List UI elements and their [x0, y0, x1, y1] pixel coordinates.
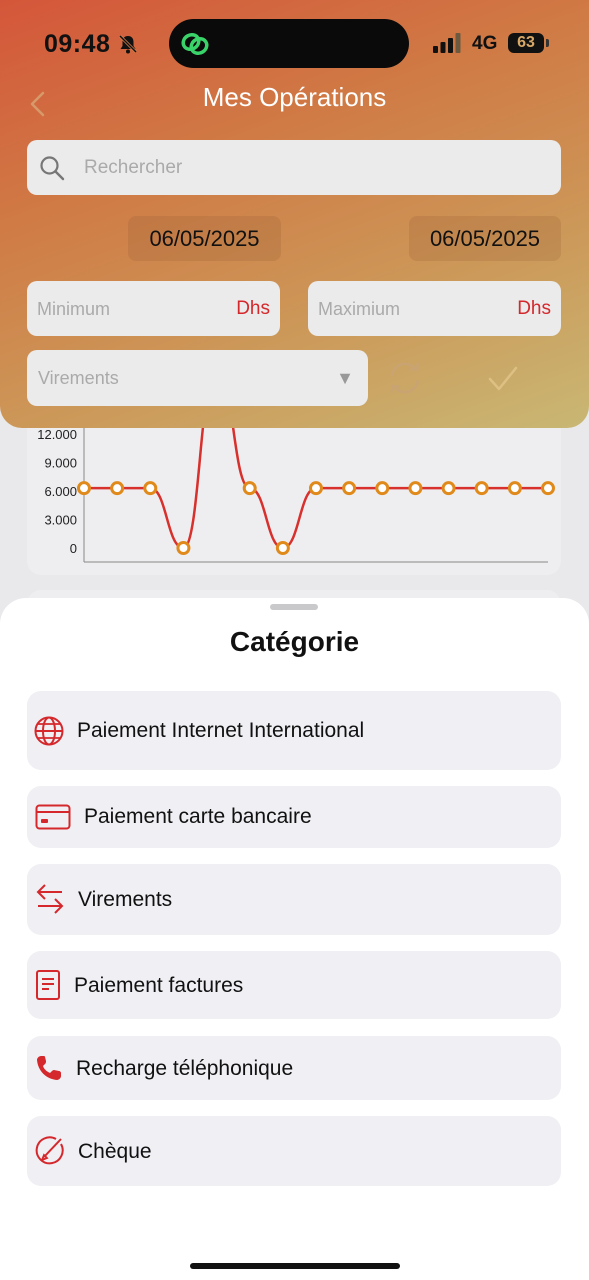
bill-icon [36, 970, 60, 1000]
category-item-transfer[interactable]: Virements [27, 864, 561, 935]
currency-label: Dhs [236, 298, 270, 319]
category-label: Recharge téléphonique [76, 1057, 294, 1080]
maximum-amount-field[interactable]: Maximium Dhs [308, 281, 561, 336]
y-tick-label: 3.000 [44, 513, 77, 528]
search-input[interactable]: Rechercher [84, 157, 182, 179]
status-bar: 09:48 4G 63 [0, 0, 589, 86]
link-rings-icon [181, 32, 209, 56]
cheque-icon [35, 1136, 64, 1165]
filter-header: 09:48 4G 63 Mes Opérations Rechercher 06… [0, 0, 589, 428]
page-title: Mes Opérations [202, 82, 387, 112]
category-item-card[interactable]: Paiement carte bancaire [27, 786, 561, 848]
apply-check-icon[interactable] [487, 365, 519, 393]
dropdown-arrow-icon: ▼ [336, 368, 354, 388]
data-point [441, 481, 456, 496]
battery-nub [546, 39, 549, 47]
data-point [110, 481, 125, 496]
y-tick-label: 9.000 [44, 456, 77, 471]
status-time: 09:48 [44, 30, 111, 58]
category-label: Paiement carte bancaire [84, 805, 312, 828]
home-indicator [190, 1263, 400, 1269]
data-point [342, 481, 357, 496]
category-label: Paiement factures [74, 974, 244, 997]
category-select-value: Virements [38, 368, 119, 388]
category-item-bills[interactable]: Paiement factures [27, 951, 561, 1019]
data-point [474, 481, 489, 496]
battery-icon: 63 [508, 33, 544, 53]
data-point [541, 481, 555, 496]
y-tick-label: 0 [70, 541, 77, 556]
card-icon [35, 804, 71, 830]
globe-icon [34, 716, 64, 746]
category-sheet: Catégorie Paiement Internet Internationa… [0, 598, 589, 1280]
refresh-icon[interactable] [386, 360, 424, 396]
screen: 12.000 9.000 6.000 3.000 0 09:48 4G 63 M… [0, 0, 589, 1280]
sheet-title: Catégorie [229, 626, 360, 657]
data-point [242, 481, 257, 496]
maximum-placeholder: Maximium [318, 299, 401, 319]
y-tick-label: 12.000 [37, 427, 77, 442]
transfer-icon [36, 884, 64, 914]
minimum-placeholder: Minimum [37, 299, 111, 319]
category-label: Virements [78, 888, 173, 911]
currency-label: Dhs [517, 298, 551, 319]
category-label: Chèque [78, 1140, 152, 1163]
data-point [507, 481, 522, 496]
date-from-button[interactable]: 06/05/2025 [128, 216, 281, 261]
phone-icon [37, 1056, 61, 1080]
y-tick-label: 6.000 [44, 484, 77, 499]
category-label: Paiement Internet International [77, 719, 365, 742]
bell-muted-icon [118, 34, 138, 54]
data-point [375, 481, 390, 496]
search-icon [40, 156, 65, 181]
date-to-button[interactable]: 06/05/2025 [409, 216, 561, 261]
sheet-grabber[interactable] [270, 604, 318, 610]
search-field[interactable]: Rechercher [27, 140, 561, 195]
category-select[interactable]: Virements ▼ [27, 350, 368, 406]
category-item-internet[interactable]: Paiement Internet International [27, 691, 561, 770]
data-point [309, 481, 323, 496]
data-point [275, 541, 290, 555]
category-item-phone[interactable]: Recharge téléphonique [27, 1036, 561, 1100]
signal-icon [433, 33, 461, 53]
data-point [143, 481, 158, 496]
data-point [77, 481, 91, 496]
minimum-amount-field[interactable]: Minimum Dhs [27, 281, 280, 336]
network-type: 4G [472, 33, 498, 54]
category-item-cheque[interactable]: Chèque [27, 1116, 561, 1186]
data-point [408, 481, 423, 496]
data-point [176, 541, 191, 555]
